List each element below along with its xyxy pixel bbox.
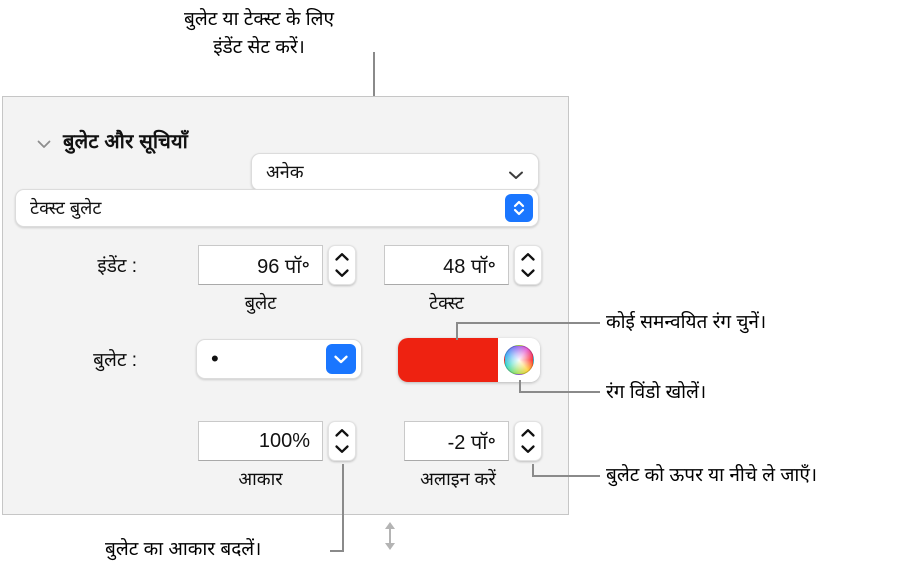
annotation-set-indent: बुलेट या टेक्स्ट के लिए इंडेंट सेट करें। (133, 6, 385, 62)
up-down-chevron-icon (505, 194, 533, 222)
annotation-open-color-window: रंग विंडो खोलें। (606, 382, 707, 403)
stepper-down-arrow-icon (521, 269, 535, 277)
bullet-align-field[interactable]: -2 पॉ॰ (404, 421, 509, 461)
stepper-up-arrow-icon (521, 429, 535, 437)
bullet-row-label: बुलेट : (93, 350, 137, 371)
annotation-coordinated-color: कोई समन्वयित रंग चुनें। (606, 312, 767, 333)
bullet-color-swatch[interactable] (398, 338, 498, 382)
bullet-type-value: टेक्स्ट बुलेट (30, 198, 102, 218)
annotation-change-bullet-size: बुलेट का आकार बदलें। (105, 539, 262, 560)
stepper-down-arrow-icon (335, 445, 349, 453)
bullet-align-caption: अलाइन करें (420, 469, 496, 489)
leader-line-color-swatch-horizontal (456, 322, 600, 324)
bullet-glyph-value: • (211, 346, 219, 371)
bullet-size-caption: आकार (238, 469, 283, 489)
bullets-and-lists-inspector-panel: बुलेट और सूचियाँ अनेक टेक्स्ट बुलेट इंडे… (2, 96, 569, 550)
color-wheel-icon (504, 345, 534, 375)
list-style-value: अनेक (266, 162, 304, 182)
chevron-down-icon (508, 167, 524, 179)
stepper-up-arrow-icon (521, 253, 535, 261)
bullet-color-well[interactable] (398, 338, 540, 382)
indent-text-stepper[interactable] (514, 245, 542, 285)
leader-line-color-window-horizontal (519, 391, 600, 393)
annotation-set-indent-line1: बुलेट या टेक्स्ट के लिए (183, 9, 335, 30)
bullet-size-field[interactable]: 100% (198, 421, 323, 461)
stepper-up-arrow-icon (335, 253, 349, 261)
bullet-align-stepper[interactable] (514, 421, 542, 461)
indent-bullet-stepper[interactable] (328, 245, 356, 285)
annotation-move-bullet: बुलेट को ऊपर या नीचे ले जाएँ। (606, 465, 818, 486)
bullet-size-stepper[interactable] (328, 421, 356, 461)
leader-line-move-bullet-horizontal (532, 475, 600, 477)
stepper-down-arrow-icon (335, 269, 349, 277)
bullet-type-popup-button[interactable]: टेक्स्ट बुलेट (15, 189, 539, 227)
stepper-down-arrow-icon (521, 445, 535, 453)
indent-text-field[interactable]: 48 पॉ॰ (384, 245, 509, 285)
section-header-row: बुलेट और सूचियाँ अनेक (3, 123, 568, 191)
list-style-popup-button[interactable]: अनेक (251, 153, 539, 191)
indent-text-caption: टेक्स्ट (429, 293, 464, 313)
color-wheel-button[interactable] (498, 338, 540, 382)
page-title: बुलेट और सूचियाँ (63, 131, 188, 153)
leader-line-color-swatch-vertical (456, 322, 458, 340)
stepper-up-arrow-icon (335, 429, 349, 437)
indent-bullet-caption: बुलेट (244, 293, 277, 313)
leader-line-bullet-size-vertical (342, 464, 344, 552)
chevron-down-icon (326, 344, 356, 374)
leader-line-bullet-size-horizontal (330, 550, 344, 552)
indent-row-label: इंडेंट : (97, 256, 137, 277)
annotation-set-indent-line2: इंडेंट सेट करें। (213, 37, 305, 58)
chevron-down-icon[interactable] (35, 135, 53, 153)
bullet-glyph-popup-button[interactable]: • (196, 339, 362, 379)
indent-bullet-field[interactable]: 96 पॉ॰ (198, 245, 323, 285)
vertical-double-arrow-icon (382, 521, 398, 551)
